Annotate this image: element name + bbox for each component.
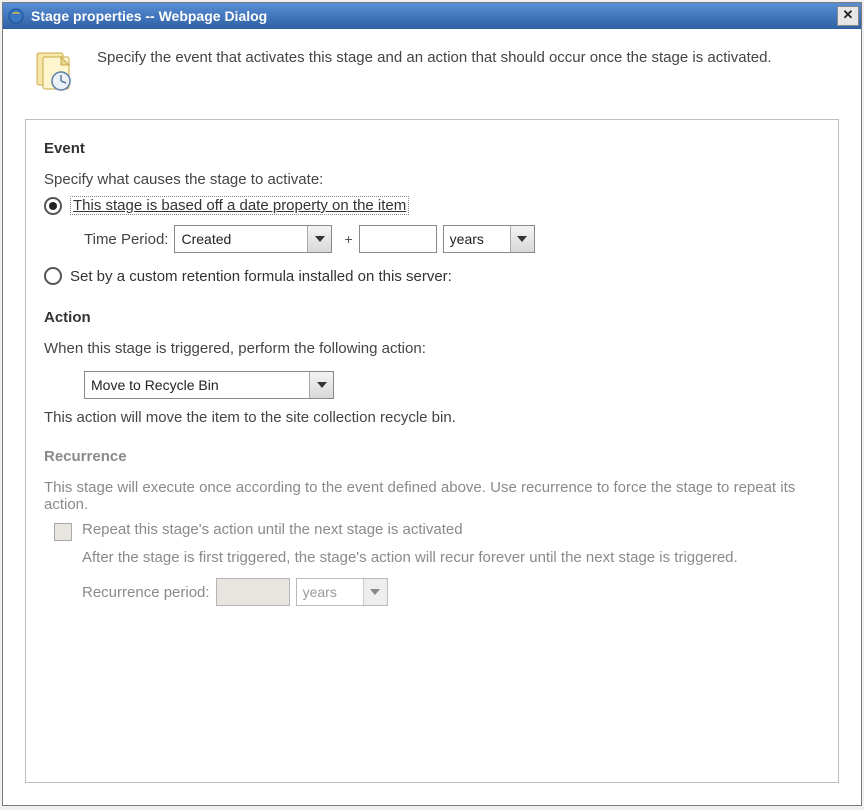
time-property-selected: Created [181, 231, 237, 247]
stage-properties-dialog: Stage properties -- Webpage Dialog ✕ Spe… [2, 2, 862, 806]
event-prompt: Specify what causes the stage to activat… [44, 171, 820, 188]
content-frame: Event Specify what causes the stage to a… [25, 119, 839, 783]
time-unit-selected: years [450, 231, 490, 247]
dialog-title: Stage properties -- Webpage Dialog [31, 8, 835, 24]
repeat-checkbox[interactable] [54, 523, 72, 541]
time-property-select[interactable]: Created [174, 225, 332, 253]
recurrence-unit-selected: years [303, 584, 343, 600]
action-section-title: Action [44, 309, 820, 326]
time-value-input[interactable] [359, 225, 437, 253]
time-unit-select[interactable]: years [443, 225, 535, 253]
time-period-label: Time Period: [84, 231, 168, 248]
chevron-down-icon [363, 579, 387, 605]
recurrence-section-title: Recurrence [44, 448, 820, 465]
action-description: This action will move the item to the si… [44, 409, 820, 426]
chevron-down-icon [309, 372, 333, 398]
radio-custom-formula-icon [44, 267, 62, 285]
plus-separator: + [344, 231, 352, 247]
recurrence-unit-select: years [296, 578, 388, 606]
repeat-checkbox-row: Repeat this stage's action until the nex… [54, 521, 820, 541]
stage-folder-icon [31, 47, 79, 95]
event-option-date-property[interactable]: This stage is based off a date property … [44, 196, 820, 215]
recurrence-subdesc: After the stage is first triggered, the … [82, 547, 820, 568]
chevron-down-icon [307, 226, 331, 252]
recurrence-period-input [216, 578, 290, 606]
event-section-title: Event [44, 140, 820, 157]
repeat-checkbox-label: Repeat this stage's action until the nex… [82, 521, 463, 538]
title-bar: Stage properties -- Webpage Dialog ✕ [3, 3, 861, 29]
chevron-down-icon [510, 226, 534, 252]
action-select[interactable]: Move to Recycle Bin [84, 371, 334, 399]
action-prompt: When this stage is triggered, perform th… [44, 340, 820, 357]
time-period-row: Time Period: Created + years [84, 225, 820, 253]
radio-date-property-icon [44, 197, 62, 215]
header-description: Specify the event that activates this st… [97, 47, 772, 95]
radio-custom-formula-label: Set by a custom retention formula instal… [70, 268, 452, 285]
ie-icon [7, 7, 25, 25]
radio-date-property-label: This stage is based off a date property … [70, 196, 409, 215]
close-button[interactable]: ✕ [837, 6, 859, 26]
recurrence-period-row: Recurrence period: years [82, 578, 820, 606]
header-block: Specify the event that activates this st… [3, 29, 861, 109]
recurrence-period-label: Recurrence period: [82, 584, 210, 601]
event-option-custom-formula[interactable]: Set by a custom retention formula instal… [44, 267, 820, 285]
recurrence-intro: This stage will execute once according t… [44, 479, 820, 513]
action-selected: Move to Recycle Bin [91, 377, 225, 393]
